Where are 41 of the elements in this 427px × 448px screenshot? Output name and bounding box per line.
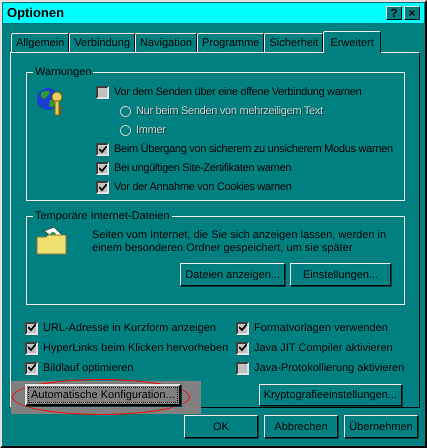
option-label: Vor der Annahme von Cookies warnen	[114, 180, 292, 196]
help-button[interactable]: ?	[386, 6, 402, 20]
option-label: Java JIT Compiler aktivieren	[254, 340, 393, 356]
checkbox[interactable]	[96, 86, 109, 99]
option-label: Bildlauf optimieren	[43, 360, 134, 376]
tab[interactable]: Verbindung	[69, 33, 135, 52]
checkbox[interactable]	[25, 362, 38, 374]
button[interactable]: Einstellungen...	[290, 263, 391, 286]
option-label: Immer	[136, 123, 166, 138]
checkbox[interactable]	[96, 181, 109, 194]
checkbox[interactable]	[96, 162, 109, 175]
group-title: Warnungen	[33, 65, 94, 79]
option-label: HyperLinks beim Klicken hervorheben	[43, 340, 228, 356]
close-button[interactable]: ×	[404, 6, 420, 20]
button[interactable]: Kryptografieeinstellungen...	[258, 384, 402, 406]
option-label: Java-Protokollierung aktivieren	[254, 360, 404, 376]
button[interactable]: Automatische Konfiguration...	[25, 384, 181, 406]
button[interactable]: Abbrechen	[264, 415, 338, 438]
checkbox[interactable]	[96, 143, 109, 156]
group-title: Temporäre Internet-Dateien	[33, 209, 172, 223]
option-label: URL-Adresse in Kurzform anzeigen	[43, 320, 216, 336]
tab[interactable]: Allgemein	[11, 33, 70, 52]
checkbox[interactable]	[25, 322, 38, 334]
tab[interactable]: Navigation	[134, 33, 197, 52]
option-label: Bei ungültigen Site-Zertifikaten warnen	[114, 161, 292, 176]
checkbox[interactable]	[236, 322, 249, 334]
button[interactable]: Dateien anzeigen...	[180, 263, 285, 286]
tab[interactable]: Programme	[196, 33, 264, 52]
option-label: Nur beim Senden von mehrzeiligem Text	[136, 104, 323, 120]
button[interactable]: OK	[184, 415, 258, 438]
option-label: Formatvorlagen verwenden	[254, 320, 388, 336]
checkbox[interactable]	[236, 342, 249, 354]
description-text: Seiten vom Internet, die Sie sich anzeigen lassen, werden in einem besonderen Ordner gespeichert, um sie später	[92, 229, 388, 255]
option-label: Beim Übergang von sicherem zu unsicherem Modus warnen	[114, 142, 393, 158]
tab[interactable]: Erweitert	[323, 31, 381, 53]
button[interactable]: Übernehmen	[344, 415, 418, 438]
checkbox[interactable]	[236, 362, 249, 374]
checkbox[interactable]	[25, 342, 38, 354]
window-title: Optionen	[7, 4, 64, 22]
option-label: Vor dem Senden über eine offene Verbindung warnen	[114, 85, 362, 100]
folder-icon	[36, 227, 68, 255]
